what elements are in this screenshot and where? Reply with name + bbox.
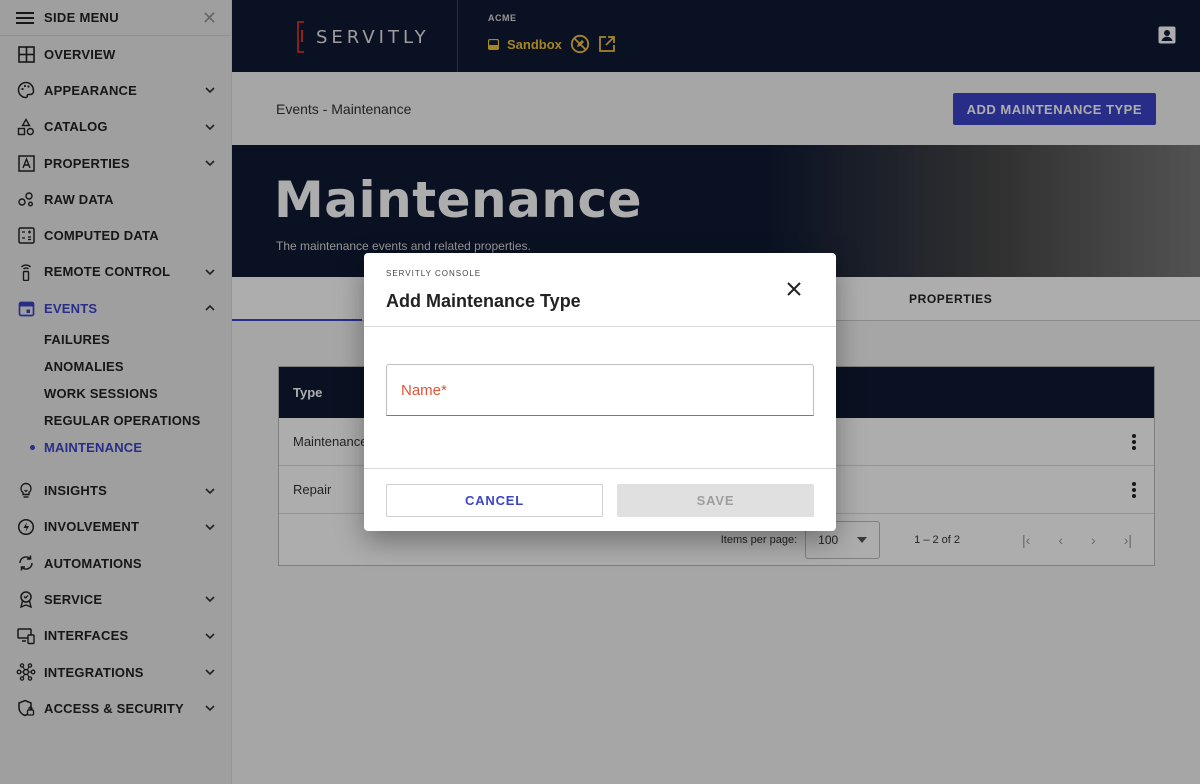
close-icon[interactable] (786, 281, 802, 297)
add-maintenance-type-dialog: SERVITLY CONSOLE Add Maintenance Type CA… (364, 253, 836, 531)
dialog-eyebrow: SERVITLY CONSOLE (386, 269, 482, 278)
name-input[interactable] (401, 381, 813, 399)
dialog-divider (364, 468, 836, 469)
dialog-title: Add Maintenance Type (386, 291, 581, 311)
name-field[interactable] (386, 364, 814, 416)
dialog-divider (364, 326, 836, 327)
cancel-button[interactable]: CANCEL (386, 484, 603, 517)
save-button[interactable]: SAVE (617, 484, 814, 517)
